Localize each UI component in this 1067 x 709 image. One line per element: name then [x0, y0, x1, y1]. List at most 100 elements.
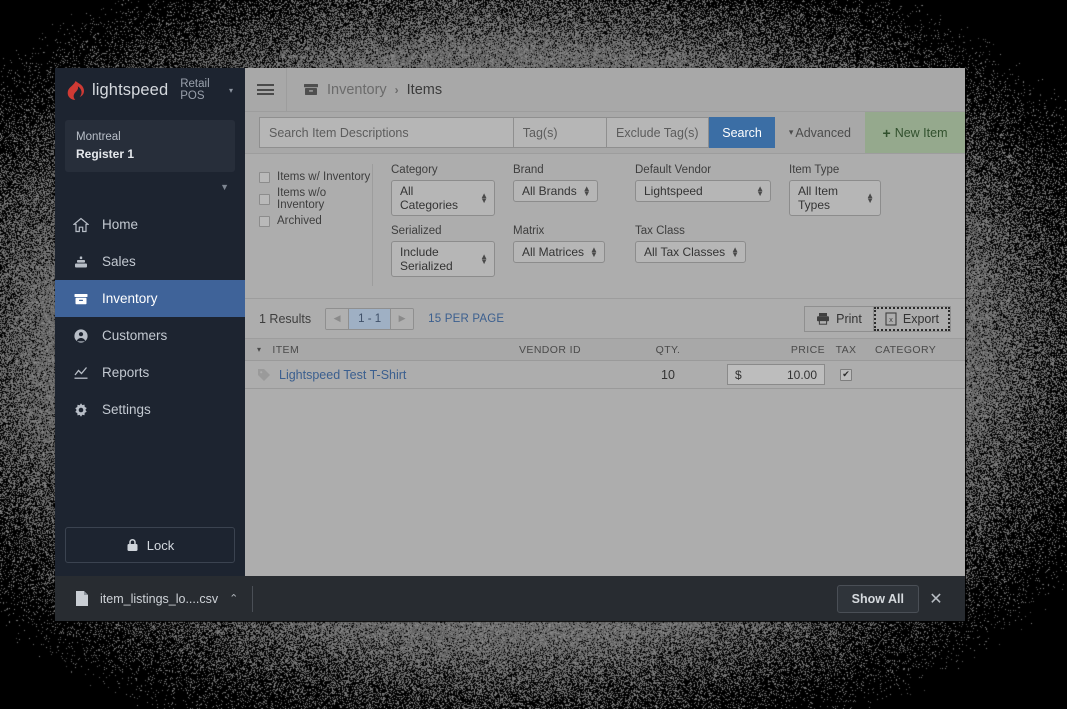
inventory-box-icon	[303, 83, 319, 97]
column-header-tax[interactable]: TAX	[831, 344, 861, 356]
cell-price: $ 10.00	[727, 364, 831, 385]
column-header-category[interactable]: CATEGORY	[861, 344, 965, 356]
filter-row-1: Category All Categories ▲ ▼ Brand All Bra…	[391, 164, 965, 216]
brand-header[interactable]: lightspeed Retail POS ▾	[55, 68, 245, 112]
column-header-vendor-id[interactable]: VENDOR ID	[491, 344, 609, 356]
checkbox-box	[259, 194, 270, 205]
price-value: 10.00	[787, 368, 817, 382]
checkbox-label: Archived	[277, 215, 322, 227]
brand-select[interactable]: All Brands ▲ ▼	[513, 180, 598, 202]
matrix-select[interactable]: All Matrices ▲ ▼	[513, 241, 605, 263]
register-selector[interactable]: Montreal Register 1	[65, 120, 235, 172]
filter-label: Category	[391, 164, 495, 176]
filter-item-type: Item Type All Item Types ▲ ▼	[789, 164, 881, 216]
column-header-item[interactable]: ▾ ITEM	[245, 344, 491, 356]
screen: lightspeed Retail POS ▾ Montreal Registe…	[0, 0, 1067, 709]
home-icon	[73, 217, 89, 233]
close-download-bar-icon[interactable]: ✕	[919, 589, 953, 609]
lightspeed-flame-icon	[67, 81, 84, 100]
column-header-qty[interactable]: QTY.	[609, 344, 727, 356]
brand-caret-icon: ▾	[229, 86, 233, 95]
results-actions: Print x Export	[804, 306, 951, 332]
item-type-select[interactable]: All Item Types ▲ ▼	[789, 180, 881, 216]
download-item[interactable]: item_listings_lo....csv ⌃	[67, 586, 253, 612]
checkbox-items-without-inventory[interactable]: Items w/o Inventory	[259, 188, 372, 210]
category-select[interactable]: All Categories ▲ ▼	[391, 180, 495, 216]
serialized-select[interactable]: Include Serialized ▲ ▼	[391, 241, 495, 277]
item-name-link[interactable]: Lightspeed Test T-Shirt	[279, 368, 406, 382]
checkbox-label: Items w/o Inventory	[277, 187, 372, 211]
default-vendor-select[interactable]: Lightspeed ▲ ▼	[635, 180, 771, 202]
settings-icon	[73, 402, 89, 418]
sidebar-item-home[interactable]: Home	[55, 206, 245, 243]
register-name: Register 1	[76, 146, 224, 163]
table-row[interactable]: Lightspeed Test T-Shirt 10 $ 10.00 ✔	[245, 361, 965, 389]
filter-label: Matrix	[513, 225, 617, 237]
print-button[interactable]: Print	[804, 306, 873, 332]
spinner-icon: ▲ ▼	[731, 247, 739, 257]
search-button[interactable]: Search	[709, 117, 775, 148]
new-item-button[interactable]: + New Item	[865, 112, 965, 153]
sidebar-item-label: Sales	[102, 254, 136, 269]
checkbox-box	[259, 172, 270, 183]
select-value: All Brands	[522, 184, 577, 198]
prev-page-button[interactable]: ◀	[326, 309, 348, 329]
customers-icon	[73, 328, 89, 344]
export-button[interactable]: x Export	[873, 306, 951, 332]
sidebar-item-label: Customers	[102, 328, 167, 343]
file-icon	[75, 590, 89, 607]
page-range: 1 - 1	[348, 309, 391, 329]
search-input[interactable]: Search Item Descriptions	[259, 117, 513, 148]
export-spreadsheet-icon: x	[885, 312, 897, 326]
chevron-up-icon[interactable]: ⌃	[229, 592, 238, 605]
cell-qty: 10	[609, 368, 727, 382]
hamburger-line	[257, 93, 274, 95]
sidebar-spacer	[55, 428, 245, 527]
currency-symbol: $	[735, 368, 742, 382]
brand-product: Retail POS	[180, 78, 219, 102]
show-all-downloads-button[interactable]: Show All	[837, 585, 919, 613]
export-label: Export	[903, 312, 939, 326]
cell-item: Lightspeed Test T-Shirt	[245, 368, 491, 382]
filter-default-vendor: Default Vendor Lightspeed ▲ ▼	[635, 164, 771, 216]
filter-label: Default Vendor	[635, 164, 771, 176]
tags-input[interactable]: Tag(s)	[513, 117, 606, 148]
next-page-button[interactable]: ▶	[391, 309, 413, 329]
sidebar-nav: Home Sales Inventory Customers Reports S…	[55, 206, 245, 428]
select-value: All Categories	[400, 184, 474, 212]
checkbox-items-with-inventory[interactable]: Items w/ Inventory	[259, 166, 372, 188]
app-window: lightspeed Retail POS ▾ Montreal Registe…	[55, 68, 965, 621]
spinner-icon: ▲ ▼	[866, 193, 874, 203]
lock-button[interactable]: Lock	[65, 527, 235, 563]
breadcrumb: Inventory › Items	[287, 68, 458, 111]
sidebar-item-inventory[interactable]: Inventory	[55, 280, 245, 317]
top-bar: Inventory › Items	[245, 68, 965, 112]
sidebar-item-sales[interactable]: Sales	[55, 243, 245, 280]
hamburger-menu-icon[interactable]	[245, 68, 287, 111]
spinner-icon: ▲ ▼	[480, 193, 488, 203]
exclude-tags-input[interactable]: Exclude Tag(s)	[606, 117, 709, 148]
lock-icon	[126, 538, 139, 552]
per-page-selector[interactable]: 15 PER PAGE	[428, 313, 504, 325]
select-value: All Item Types	[798, 184, 860, 212]
advanced-toggle[interactable]: ▾ Advanced	[775, 117, 865, 148]
filter-checkbox-group: Items w/ Inventory Items w/o Inventory A…	[245, 164, 373, 286]
breadcrumb-parent[interactable]: Inventory	[327, 82, 387, 98]
price-input[interactable]: $ 10.00	[727, 364, 825, 385]
filter-label: Tax Class	[635, 225, 771, 237]
hamburger-line	[257, 84, 274, 86]
lock-label: Lock	[147, 538, 174, 553]
spinner-icon: ▲ ▼	[590, 247, 598, 257]
brand-name: lightspeed	[92, 81, 168, 100]
filter-panel: Items w/ Inventory Items w/o Inventory A…	[245, 154, 965, 299]
breadcrumb-separator-icon: ›	[395, 83, 399, 97]
tax-checkbox[interactable]: ✔	[840, 369, 852, 381]
tax-class-select[interactable]: All Tax Classes ▲ ▼	[635, 241, 746, 263]
checkbox-archived[interactable]: Archived	[259, 210, 372, 232]
column-header-price[interactable]: PRICE	[727, 344, 831, 356]
sidebar-item-reports[interactable]: Reports	[55, 354, 245, 391]
sidebar-item-settings[interactable]: Settings	[55, 391, 245, 428]
sidebar-item-customers[interactable]: Customers	[55, 317, 245, 354]
search-bar: Search Item Descriptions Tag(s) Exclude …	[245, 112, 965, 154]
register-dropdown-caret-icon[interactable]: ▼	[55, 172, 245, 192]
